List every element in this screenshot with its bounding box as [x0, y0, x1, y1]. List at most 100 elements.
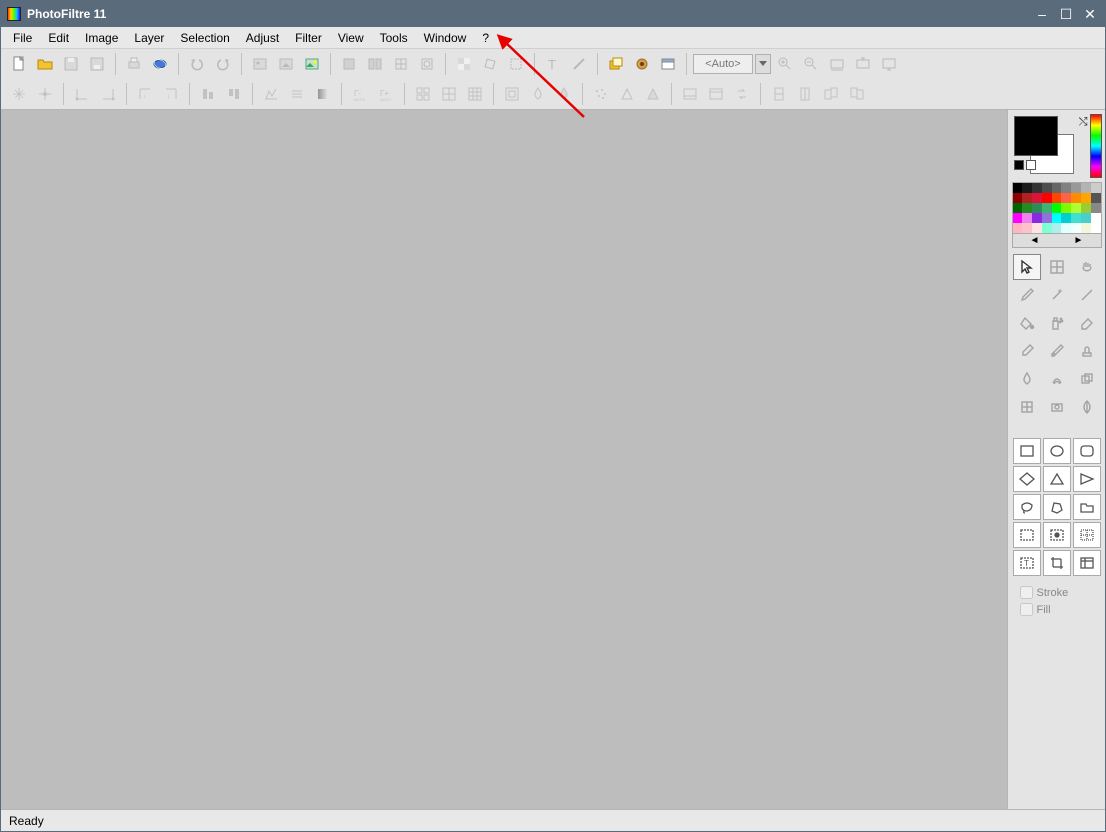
marquee-3-icon[interactable] [1073, 522, 1101, 548]
panel-1-icon[interactable] [678, 82, 702, 106]
shape-right-triangle-icon[interactable] [1073, 466, 1101, 492]
palette-cell[interactable] [1032, 193, 1042, 203]
image-explore-icon[interactable] [300, 52, 324, 76]
menu-selection[interactable]: Selection [172, 29, 237, 47]
palette-cell[interactable] [1091, 193, 1101, 203]
pointer-tool-icon[interactable] [1013, 254, 1041, 280]
drop-1-icon[interactable] [526, 82, 550, 106]
zoom-in-icon[interactable] [773, 52, 797, 76]
palette-cell[interactable] [1013, 183, 1023, 193]
stroke-checkbox[interactable]: Stroke [1020, 586, 1102, 599]
palette-cell[interactable] [1071, 183, 1081, 193]
redo-icon[interactable] [211, 52, 235, 76]
palette-cell[interactable] [1032, 203, 1042, 213]
palette-cell[interactable] [1061, 213, 1071, 223]
grid-3-icon[interactable] [463, 82, 487, 106]
palette-cell[interactable] [1042, 213, 1052, 223]
palette-cell[interactable] [1081, 223, 1091, 233]
palette-cell[interactable] [1013, 213, 1023, 223]
dust-icon[interactable] [589, 82, 613, 106]
fit-window-icon[interactable] [825, 52, 849, 76]
palette-cell[interactable] [1042, 223, 1052, 233]
grey-tool-4-icon[interactable] [415, 52, 439, 76]
grid-1-icon[interactable] [411, 82, 435, 106]
menu-image[interactable]: Image [77, 29, 126, 47]
palette-cell[interactable] [1091, 203, 1101, 213]
panel-2-icon[interactable] [704, 82, 728, 106]
minimize-button[interactable]: ‒ [1033, 6, 1051, 22]
smudge-tool-icon[interactable] [1043, 366, 1071, 392]
swap-icon[interactable] [730, 82, 754, 106]
lines-icon[interactable] [285, 82, 309, 106]
page-1-icon[interactable] [767, 82, 791, 106]
palette-cell[interactable] [1042, 183, 1052, 193]
selection-tool-icon[interactable] [504, 52, 528, 76]
save-as-icon[interactable] [85, 52, 109, 76]
brush-tool-icon[interactable] [1013, 338, 1041, 364]
fill-tool-icon[interactable] [1013, 310, 1041, 336]
menu-edit[interactable]: Edit [40, 29, 77, 47]
palette-cell[interactable] [1032, 223, 1042, 233]
palette-cell[interactable] [1071, 193, 1081, 203]
palette-cell[interactable] [1071, 213, 1081, 223]
palette-cell[interactable] [1022, 223, 1032, 233]
shape-folder-icon[interactable] [1073, 494, 1101, 520]
shape-triangle-icon[interactable] [1043, 466, 1071, 492]
marquee-2-icon[interactable] [1043, 522, 1071, 548]
palette-cell[interactable] [1013, 203, 1023, 213]
grey-tool-3-icon[interactable] [389, 52, 413, 76]
new-icon[interactable] [7, 52, 31, 76]
pages-2-icon[interactable] [845, 82, 869, 106]
palette-cell[interactable] [1013, 223, 1023, 233]
fit-image-icon[interactable] [851, 52, 875, 76]
transparency-icon[interactable] [452, 52, 476, 76]
palette-cell[interactable] [1091, 183, 1101, 193]
palette-cell[interactable] [1052, 193, 1062, 203]
crop-icon[interactable] [1043, 550, 1071, 576]
palette-cell[interactable] [1022, 213, 1032, 223]
triangle-2-icon[interactable] [641, 82, 665, 106]
palette-cell[interactable] [1071, 203, 1081, 213]
spray-tool-icon[interactable] [1043, 310, 1071, 336]
shape-polygon-icon[interactable] [1043, 494, 1071, 520]
menu-file[interactable]: File [5, 29, 40, 47]
shape-diamond-icon[interactable] [1013, 466, 1041, 492]
fill-checkbox[interactable]: Fill [1020, 603, 1102, 616]
palette-cell[interactable] [1081, 193, 1091, 203]
pencil-tool-icon[interactable] [1043, 338, 1071, 364]
wand-tool-icon[interactable] [1043, 282, 1071, 308]
menu-help[interactable]: ? [474, 29, 497, 47]
marquee-4-icon[interactable]: T [1013, 550, 1041, 576]
gamma-minus-icon[interactable]: Γ-AUTO [348, 82, 372, 106]
grid-2-icon[interactable] [437, 82, 461, 106]
foreground-color-swatch[interactable] [1014, 116, 1058, 156]
close-button[interactable]: ✕ [1081, 6, 1099, 22]
palette-cell[interactable] [1061, 203, 1071, 213]
palette-cell[interactable] [1022, 183, 1032, 193]
palette-cell[interactable] [1013, 193, 1023, 203]
image-mode-icon[interactable] [248, 52, 272, 76]
canvas-area[interactable] [1, 110, 1007, 809]
hand-tool-icon[interactable] [1073, 254, 1101, 280]
distort-tool-icon[interactable] [1013, 394, 1041, 420]
triangle-1-icon[interactable] [615, 82, 639, 106]
palette-cell[interactable] [1022, 193, 1032, 203]
palette-cell[interactable] [1061, 183, 1071, 193]
palette-cell[interactable] [1081, 203, 1091, 213]
shape-ellipse-icon[interactable] [1043, 438, 1071, 464]
align-1-icon[interactable] [196, 82, 220, 106]
palette-cell[interactable] [1022, 203, 1032, 213]
sparkle-2-icon[interactable] [33, 82, 57, 106]
line-tool-icon[interactable] [567, 52, 591, 76]
menu-window[interactable]: Window [416, 29, 475, 47]
grey-tool-1-icon[interactable] [337, 52, 361, 76]
align-2-icon[interactable] [222, 82, 246, 106]
palette-cell[interactable] [1052, 213, 1062, 223]
layer-manager-icon[interactable] [604, 52, 628, 76]
palette-cell[interactable] [1052, 183, 1062, 193]
shape-roundrect-icon[interactable] [1073, 438, 1101, 464]
palette-cell[interactable] [1052, 223, 1062, 233]
marquee-1-icon[interactable] [1013, 522, 1041, 548]
save-icon[interactable] [59, 52, 83, 76]
palette-cell[interactable] [1071, 223, 1081, 233]
